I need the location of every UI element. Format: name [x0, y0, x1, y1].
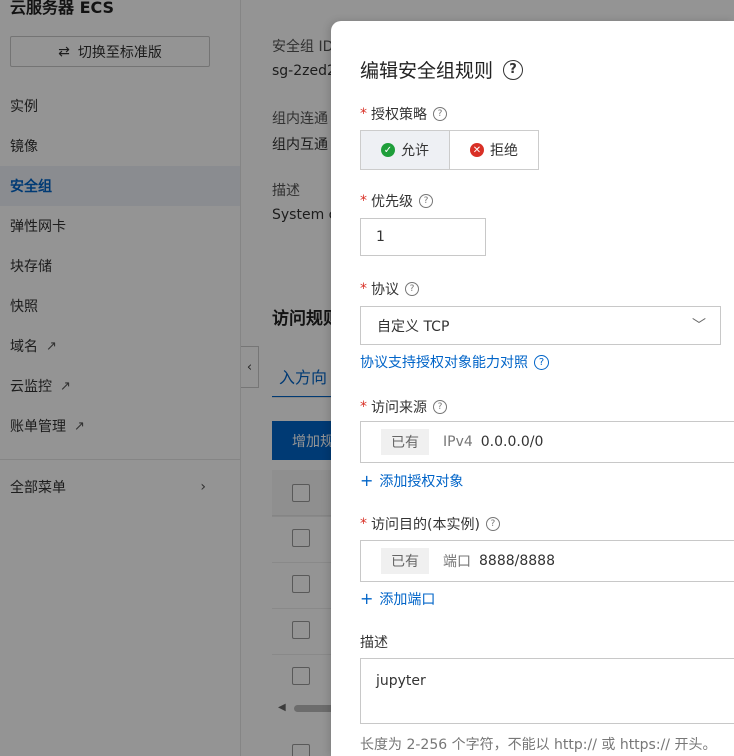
description-field-label: 描述: [360, 632, 388, 652]
destination-label: * 访问目的(本实例) ?: [360, 514, 500, 534]
destination-type: 端口: [443, 554, 471, 570]
add-port-link[interactable]: + 添加端口: [360, 589, 435, 609]
protocol-selected-value: 自定义 TCP: [377, 318, 450, 335]
edit-rule-drawer: 编辑安全组规则 ? * 授权策略 ? ✓ 允许 ✕ 拒绝 * 优先级 ? 1 *…: [331, 21, 734, 756]
help-icon: ?: [534, 354, 549, 370]
drawer-title-text: 编辑安全组规则: [360, 60, 494, 82]
existing-tag: 已有: [381, 429, 429, 455]
add-auth-object-text: 添加授权对象: [379, 474, 464, 490]
destination-label-text: 访问目的(本实例): [371, 517, 480, 533]
required-marker: *: [360, 281, 367, 297]
protocol-select[interactable]: 自定义 TCP ﹀: [360, 306, 721, 345]
priority-value: 1: [376, 229, 385, 245]
description-value: jupyter: [376, 673, 426, 689]
description-label-text: 描述: [360, 635, 388, 651]
policy-label-text: 授权策略: [371, 107, 427, 123]
source-input[interactable]: 已有 IPv4 0.0.0.0/0: [360, 421, 734, 463]
plus-icon: +: [360, 589, 374, 608]
plus-icon: +: [360, 471, 374, 490]
policy-allow-label: 允许: [401, 143, 429, 159]
source-label: * 访问来源 ?: [360, 397, 447, 417]
required-marker: *: [360, 399, 367, 415]
source-value: 0.0.0.0/0: [480, 434, 544, 450]
help-icon[interactable]: ?: [419, 194, 433, 208]
destination-input[interactable]: 已有 端口 8888/8888: [360, 540, 734, 582]
help-icon[interactable]: ?: [433, 107, 447, 121]
protocol-label: * 协议 ?: [360, 279, 419, 299]
help-icon[interactable]: ?: [433, 400, 447, 414]
required-marker: *: [360, 106, 367, 122]
priority-input[interactable]: 1: [360, 218, 486, 256]
help-icon[interactable]: ?: [503, 59, 524, 80]
required-marker: *: [360, 193, 367, 209]
description-hint: 长度为 2-256 个字符，不能以 http:// 或 https:// 开头。: [360, 737, 717, 753]
priority-label-text: 优先级: [371, 194, 413, 210]
description-textarea[interactable]: jupyter: [360, 658, 734, 724]
policy-segmented-control: ✓ 允许 ✕ 拒绝: [360, 130, 539, 170]
priority-label: * 优先级 ?: [360, 191, 433, 211]
add-port-text: 添加端口: [379, 592, 436, 608]
protocol-label-text: 协议: [371, 282, 399, 298]
check-circle-icon: ✓: [381, 143, 395, 157]
add-auth-object-link[interactable]: + 添加授权对象: [360, 471, 463, 491]
close-circle-icon: ✕: [470, 143, 484, 157]
source-type: IPv4: [443, 434, 473, 450]
existing-tag: 已有: [381, 548, 429, 574]
policy-label: * 授权策略 ?: [360, 104, 447, 124]
protocol-capability-link[interactable]: 协议支持授权对象能力对照 ?: [360, 352, 549, 372]
source-label-text: 访问来源: [371, 400, 427, 416]
policy-allow-option[interactable]: ✓ 允许: [361, 131, 450, 169]
policy-deny-option[interactable]: ✕ 拒绝: [450, 131, 538, 169]
help-icon[interactable]: ?: [485, 517, 500, 531]
chevron-down-icon: ﹀: [692, 318, 706, 334]
protocol-capability-link-text: 协议支持授权对象能力对照: [360, 355, 528, 371]
drawer-title: 编辑安全组规则 ?: [360, 56, 524, 83]
destination-value: 8888/8888: [479, 553, 555, 569]
help-icon[interactable]: ?: [405, 282, 419, 296]
required-marker: *: [360, 516, 367, 532]
policy-deny-label: 拒绝: [490, 143, 518, 159]
